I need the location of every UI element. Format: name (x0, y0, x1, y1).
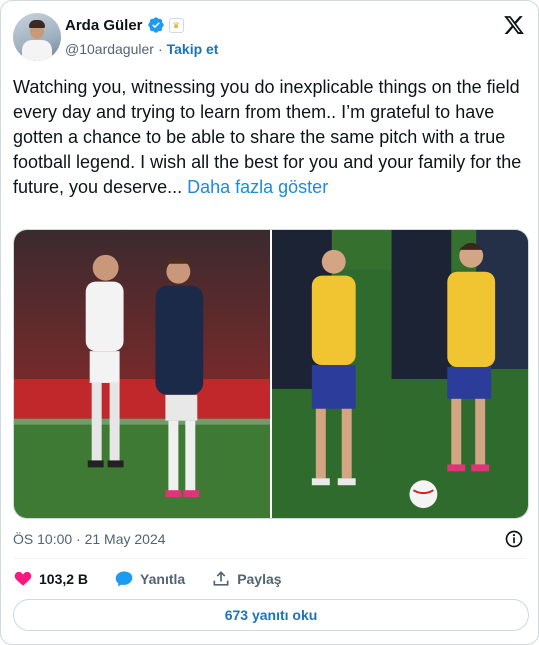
author-name[interactable]: Arda Güler (65, 17, 143, 34)
author-handle[interactable]: @10ardaguler (65, 41, 154, 57)
verified-icon (147, 17, 164, 33)
author-row: Arda Güler ♛ (65, 16, 184, 34)
reply-button[interactable]: Yanıtla (114, 569, 185, 589)
reply-bubble-icon (115, 571, 133, 587)
action-bar: 103,2 B Yanıtla Paylaş (13, 567, 308, 591)
heart-icon (14, 571, 32, 586)
show-more-link[interactable]: Daha fazla göster (187, 177, 328, 197)
x-logo-icon[interactable] (503, 14, 525, 36)
like-button[interactable]: 103,2 B (13, 569, 88, 589)
share-icon (213, 571, 229, 586)
photo-right[interactable] (272, 230, 528, 518)
media-grid (13, 229, 529, 519)
share-label: Paylaş (237, 571, 282, 587)
timestamp[interactable]: ÖS 10:00 · 21 May 2024 (13, 531, 166, 547)
divider (13, 558, 526, 559)
like-count: 103,2 B (39, 571, 89, 587)
avatar[interactable] (13, 13, 61, 61)
tweet-card: Arda Güler ♛ @10ardaguler · Takip et Wat… (0, 0, 539, 645)
info-icon[interactable] (504, 529, 524, 549)
read-replies-button[interactable]: 673 yanıtı oku (13, 599, 529, 631)
handle-row: @10ardaguler · Takip et (65, 41, 218, 57)
tweet-text: Watching you, witnessing you do inexplic… (13, 75, 528, 200)
club-crest-icon: ♛ (168, 17, 184, 33)
reply-label: Yanıtla (140, 571, 186, 587)
follow-button[interactable]: Takip et (167, 41, 219, 57)
separator-dot: · (157, 41, 163, 57)
photo-left[interactable] (14, 230, 270, 518)
share-button[interactable]: Paylaş (211, 569, 282, 589)
